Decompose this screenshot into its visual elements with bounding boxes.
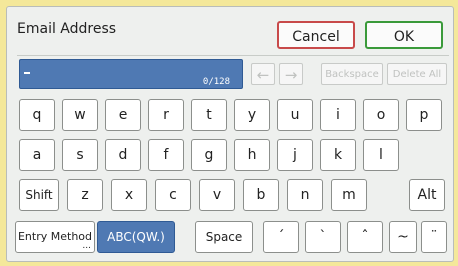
backspace-button[interactable]: Backspace <box>321 63 383 85</box>
circumflex-key[interactable]: ˆ <box>347 221 383 253</box>
entry-method-key[interactable]: Entry Method ... <box>15 221 95 253</box>
key-x[interactable]: x <box>111 179 147 211</box>
acute-accent-key[interactable]: ´ <box>263 221 299 253</box>
key-b[interactable]: b <box>243 179 279 211</box>
cancel-button[interactable]: Cancel <box>277 21 355 49</box>
cursor-left-button[interactable]: ← <box>251 63 275 85</box>
key-y[interactable]: y <box>234 99 270 131</box>
key-z[interactable]: z <box>67 179 103 211</box>
key-w[interactable]: w <box>62 99 98 131</box>
entry-method-label: Entry Method <box>17 230 93 243</box>
key-g[interactable]: g <box>191 139 227 171</box>
ok-button[interactable]: OK <box>365 21 443 49</box>
key-t[interactable]: t <box>191 99 227 131</box>
key-q[interactable]: q <box>19 99 55 131</box>
key-c[interactable]: c <box>155 179 191 211</box>
shift-key[interactable]: Shift <box>19 179 59 211</box>
tilde-key[interactable]: ~ <box>389 221 417 253</box>
key-h[interactable]: h <box>234 139 270 171</box>
key-i[interactable]: i <box>320 99 356 131</box>
key-d[interactable]: d <box>105 139 141 171</box>
key-e[interactable]: e <box>105 99 141 131</box>
delete-all-button[interactable]: Delete All <box>387 63 447 85</box>
key-n[interactable]: n <box>287 179 323 211</box>
dialog-title: Email Address <box>17 21 117 37</box>
email-input[interactable]: 0/128 <box>19 59 243 89</box>
more-indicator: ... <box>82 241 91 251</box>
key-a[interactable]: a <box>19 139 55 171</box>
key-m[interactable]: m <box>331 179 367 211</box>
text-cursor <box>24 72 30 74</box>
char-counter: 0/128 <box>202 77 230 87</box>
key-s[interactable]: s <box>62 139 98 171</box>
space-key[interactable]: Space <box>195 221 253 253</box>
cursor-right-button[interactable]: → <box>279 63 303 85</box>
keyboard-dialog: Email Address Cancel OK 0/128 ← → Backsp… <box>6 6 454 262</box>
key-j[interactable]: j <box>277 139 313 171</box>
key-u[interactable]: u <box>277 99 313 131</box>
divider <box>17 55 449 56</box>
input-mode-key[interactable]: ABC(QW.) <box>97 221 175 253</box>
umlaut-key[interactable]: ¨ <box>421 221 447 253</box>
key-o[interactable]: o <box>363 99 399 131</box>
key-r[interactable]: r <box>148 99 184 131</box>
arrow-left-icon: ← <box>256 66 270 84</box>
key-p[interactable]: p <box>406 99 442 131</box>
key-k[interactable]: k <box>320 139 356 171</box>
key-v[interactable]: v <box>199 179 235 211</box>
alt-key[interactable]: Alt <box>409 179 445 211</box>
grave-accent-key[interactable]: ` <box>305 221 341 253</box>
key-f[interactable]: f <box>148 139 184 171</box>
key-l[interactable]: l <box>363 139 399 171</box>
arrow-right-icon: → <box>284 66 298 84</box>
